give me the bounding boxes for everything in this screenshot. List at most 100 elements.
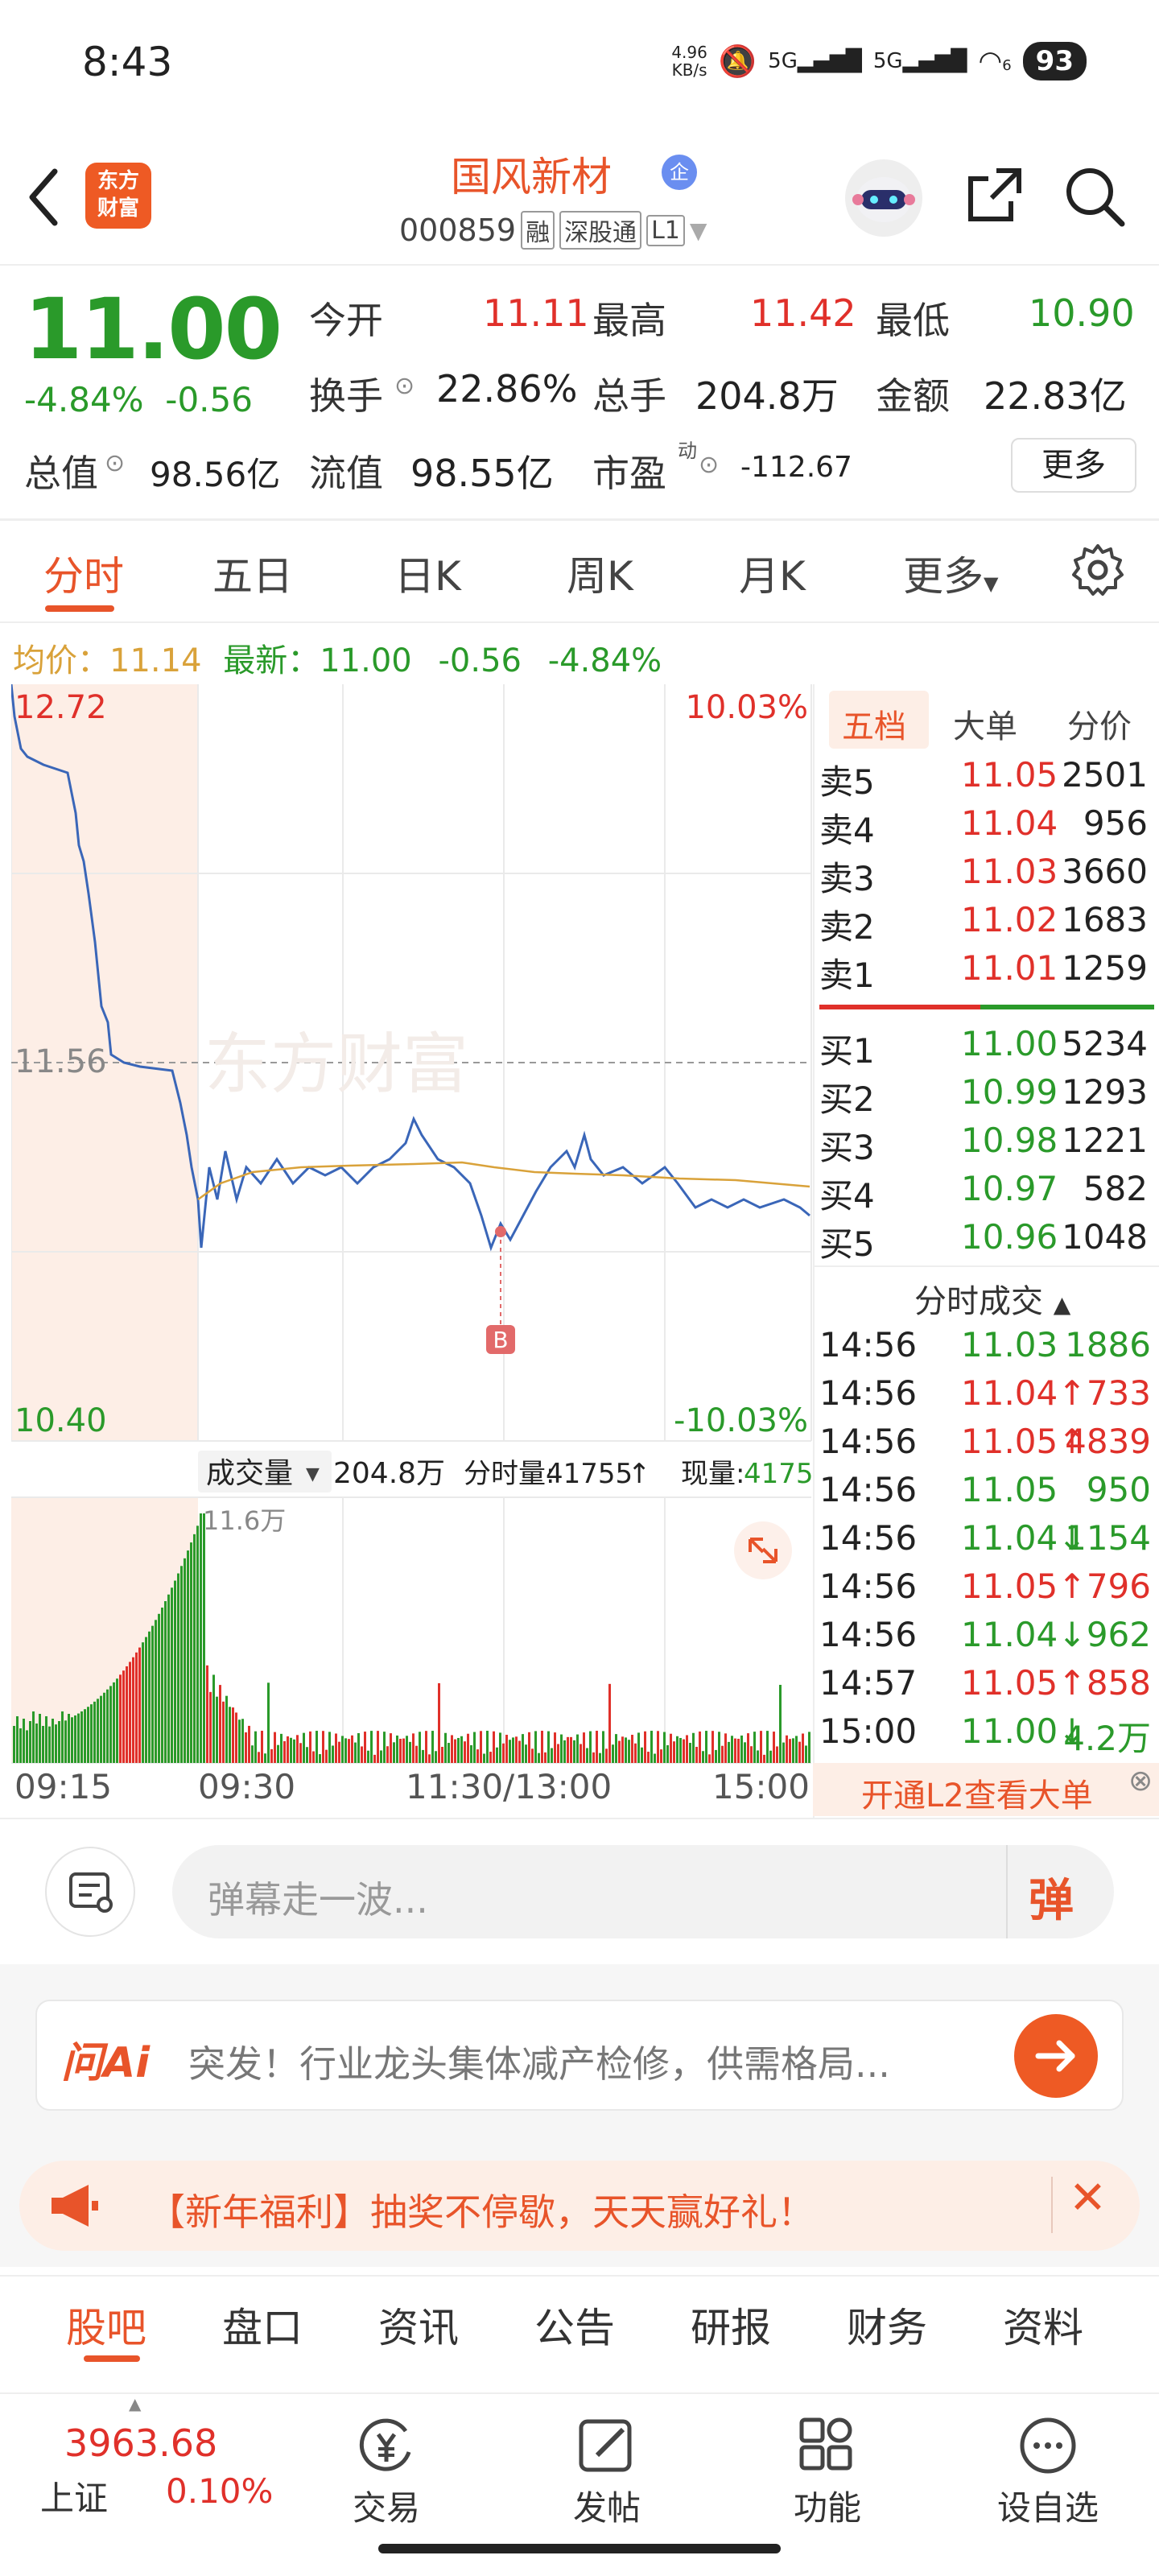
danmu-input[interactable]: 弹幕走一波... 弹 [172, 1845, 1114, 1938]
trade-volume: 4.2万 [1063, 1719, 1151, 1758]
fen-arrow-icon: ↑ [628, 1458, 651, 1490]
nav-add-watchlist[interactable]: 设自选 [984, 2415, 1112, 2530]
stock-code-row[interactable]: 000859 融 深股通 L1 ▼ [399, 211, 707, 250]
nav-trade-label: 交易 [352, 2488, 420, 2528]
volume-bar [589, 1731, 592, 1763]
search-icon[interactable] [1062, 164, 1127, 229]
index-value[interactable]: 3963.68 [64, 2421, 217, 2465]
subtab-guba[interactable]: 股吧 [66, 2296, 146, 2354]
tab-monthly-k[interactable]: 月K [739, 544, 806, 602]
trade-volume: 858 [1086, 1663, 1151, 1703]
divider [1051, 2177, 1053, 2233]
vol-total: 204.8万 [333, 1457, 445, 1490]
subtab-pankou[interactable]: 盘口 [222, 2296, 303, 2354]
danmu-settings-icon[interactable] [45, 1847, 135, 1937]
promo-banner[interactable]: 【新年福利】抽奖不停歇，天天赢好礼！ ✕ [19, 2161, 1140, 2251]
volume-bar [470, 1744, 472, 1763]
subtab-finance[interactable]: 财务 [847, 2296, 927, 2354]
volume-bar [644, 1731, 646, 1763]
y-bot-label: 10.40 [14, 1402, 107, 1439]
tab-daily-k[interactable]: 日K [394, 544, 461, 602]
trade-time: 14:57 [819, 1663, 918, 1703]
trades-title[interactable]: 分时成交 ▲ [914, 1275, 1070, 1322]
close-icon[interactable]: ✕ [1069, 2172, 1107, 2224]
l2-banner[interactable]: 开通L2查看大单 ⊗ [813, 1763, 1159, 1816]
y-mid-label: 11.56 [14, 1043, 107, 1080]
y-top-label: 12.72 [14, 689, 107, 726]
info-circle-icon[interactable]: ⊙ [699, 451, 719, 479]
trade-time: 14:56 [819, 1422, 918, 1461]
panel-tab-price[interactable]: 分价 [1067, 700, 1132, 747]
stock-name[interactable]: 国风新材 [451, 145, 612, 203]
volume-bar [473, 1732, 476, 1763]
l2-text: 开通L2查看大单 [861, 1777, 1093, 1814]
subtab-research[interactable]: 研报 [691, 2296, 771, 2354]
danmu-toggle-button[interactable]: 弹 [1029, 1864, 1074, 1930]
volume-bar [660, 1749, 662, 1763]
divider [813, 1265, 1159, 1267]
info-circle-icon[interactable]: ⊙ [394, 372, 415, 400]
app-logo[interactable]: 东方 财富 [85, 163, 151, 229]
x-label-0930: 09:30 [198, 1767, 295, 1806]
volume-bar [599, 1752, 601, 1763]
net-speed: 4.96 KB/s [671, 43, 707, 80]
volume-bar [316, 1731, 318, 1763]
volume-bar [87, 1707, 89, 1763]
volume-bar [786, 1735, 788, 1763]
assistant-robot-icon[interactable] [845, 159, 922, 237]
dropdown-arrow-icon: ▼ [984, 572, 999, 595]
pct-top-label: 10.03% [685, 689, 808, 726]
volume-bar [151, 1625, 154, 1763]
wifi-icon: ◠6 [978, 45, 1012, 77]
volume-bar [164, 1601, 167, 1763]
settings-gear-icon[interactable] [1070, 543, 1125, 601]
margin-tag: 融 [521, 211, 555, 250]
megaphone-icon [48, 2182, 100, 2233]
caret-up-icon: ▲ [1053, 1291, 1071, 1318]
volume-bar [35, 1724, 38, 1763]
last-value: 11.00 [320, 642, 412, 679]
trade-volume: 962 [1086, 1615, 1151, 1654]
xian-value: 41755 [744, 1458, 813, 1490]
vol-label[interactable]: 成交量 [206, 1457, 293, 1490]
close-icon[interactable]: ⊗ [1128, 1765, 1153, 1798]
volume-bar [100, 1695, 102, 1763]
volume-bar [55, 1724, 57, 1763]
volume-bar [805, 1745, 807, 1763]
subtab-profile[interactable]: 资料 [1003, 2296, 1083, 2354]
nav-trade[interactable]: 交易 [322, 2415, 451, 2530]
subtab-news[interactable]: 资讯 [378, 2296, 459, 2354]
more-dots-icon [1020, 2417, 1076, 2474]
info-circle-icon[interactable]: ⊙ [105, 449, 125, 477]
panel-tab-level5[interactable]: 五档 [842, 700, 906, 747]
volume-bar [190, 1542, 192, 1763]
volume-bar [679, 1737, 682, 1763]
volume-bar [39, 1714, 41, 1763]
ob-level-label: 买1 [819, 1031, 875, 1071]
home-indicator [378, 2544, 781, 2553]
subtab-announcements[interactable]: 公告 [534, 2296, 615, 2354]
panel-tab-bigorder[interactable]: 大单 [953, 700, 1017, 747]
tab-weekly-k[interactable]: 周K [567, 544, 633, 602]
volume-bar [534, 1731, 537, 1763]
volume-bar [84, 1709, 86, 1763]
volume-bar [209, 1691, 212, 1763]
enterprise-badge: 企 [662, 155, 697, 190]
tab-intraday[interactable]: 分时 [43, 544, 124, 602]
tab-5day[interactable]: 五日 [212, 544, 293, 602]
volume-bar [19, 1728, 22, 1763]
ob-level-label: 买3 [819, 1128, 875, 1167]
ob-level-label: 买2 [819, 1080, 875, 1119]
volume-bar [383, 1732, 386, 1763]
intraday-chart[interactable]: 东方财富 B 12.72 11.56 10.40 10.03% -10.03% … [10, 683, 831, 1811]
tab-more[interactable]: 更多▼ [903, 544, 998, 602]
share-icon[interactable] [964, 164, 1025, 225]
nav-functions[interactable]: 功能 [763, 2415, 892, 2530]
ai-bar[interactable]: 问Ai 突发！行业龙头集体减产检修，供需格局... [35, 2000, 1124, 2111]
volume-bar [138, 1647, 141, 1763]
nav-post[interactable]: 发帖 [542, 2415, 671, 2530]
volume-bar [480, 1731, 482, 1763]
arrow-right-icon[interactable] [1014, 2014, 1098, 2098]
back-icon[interactable] [24, 165, 72, 229]
more-button[interactable]: 更多 [1011, 438, 1136, 493]
